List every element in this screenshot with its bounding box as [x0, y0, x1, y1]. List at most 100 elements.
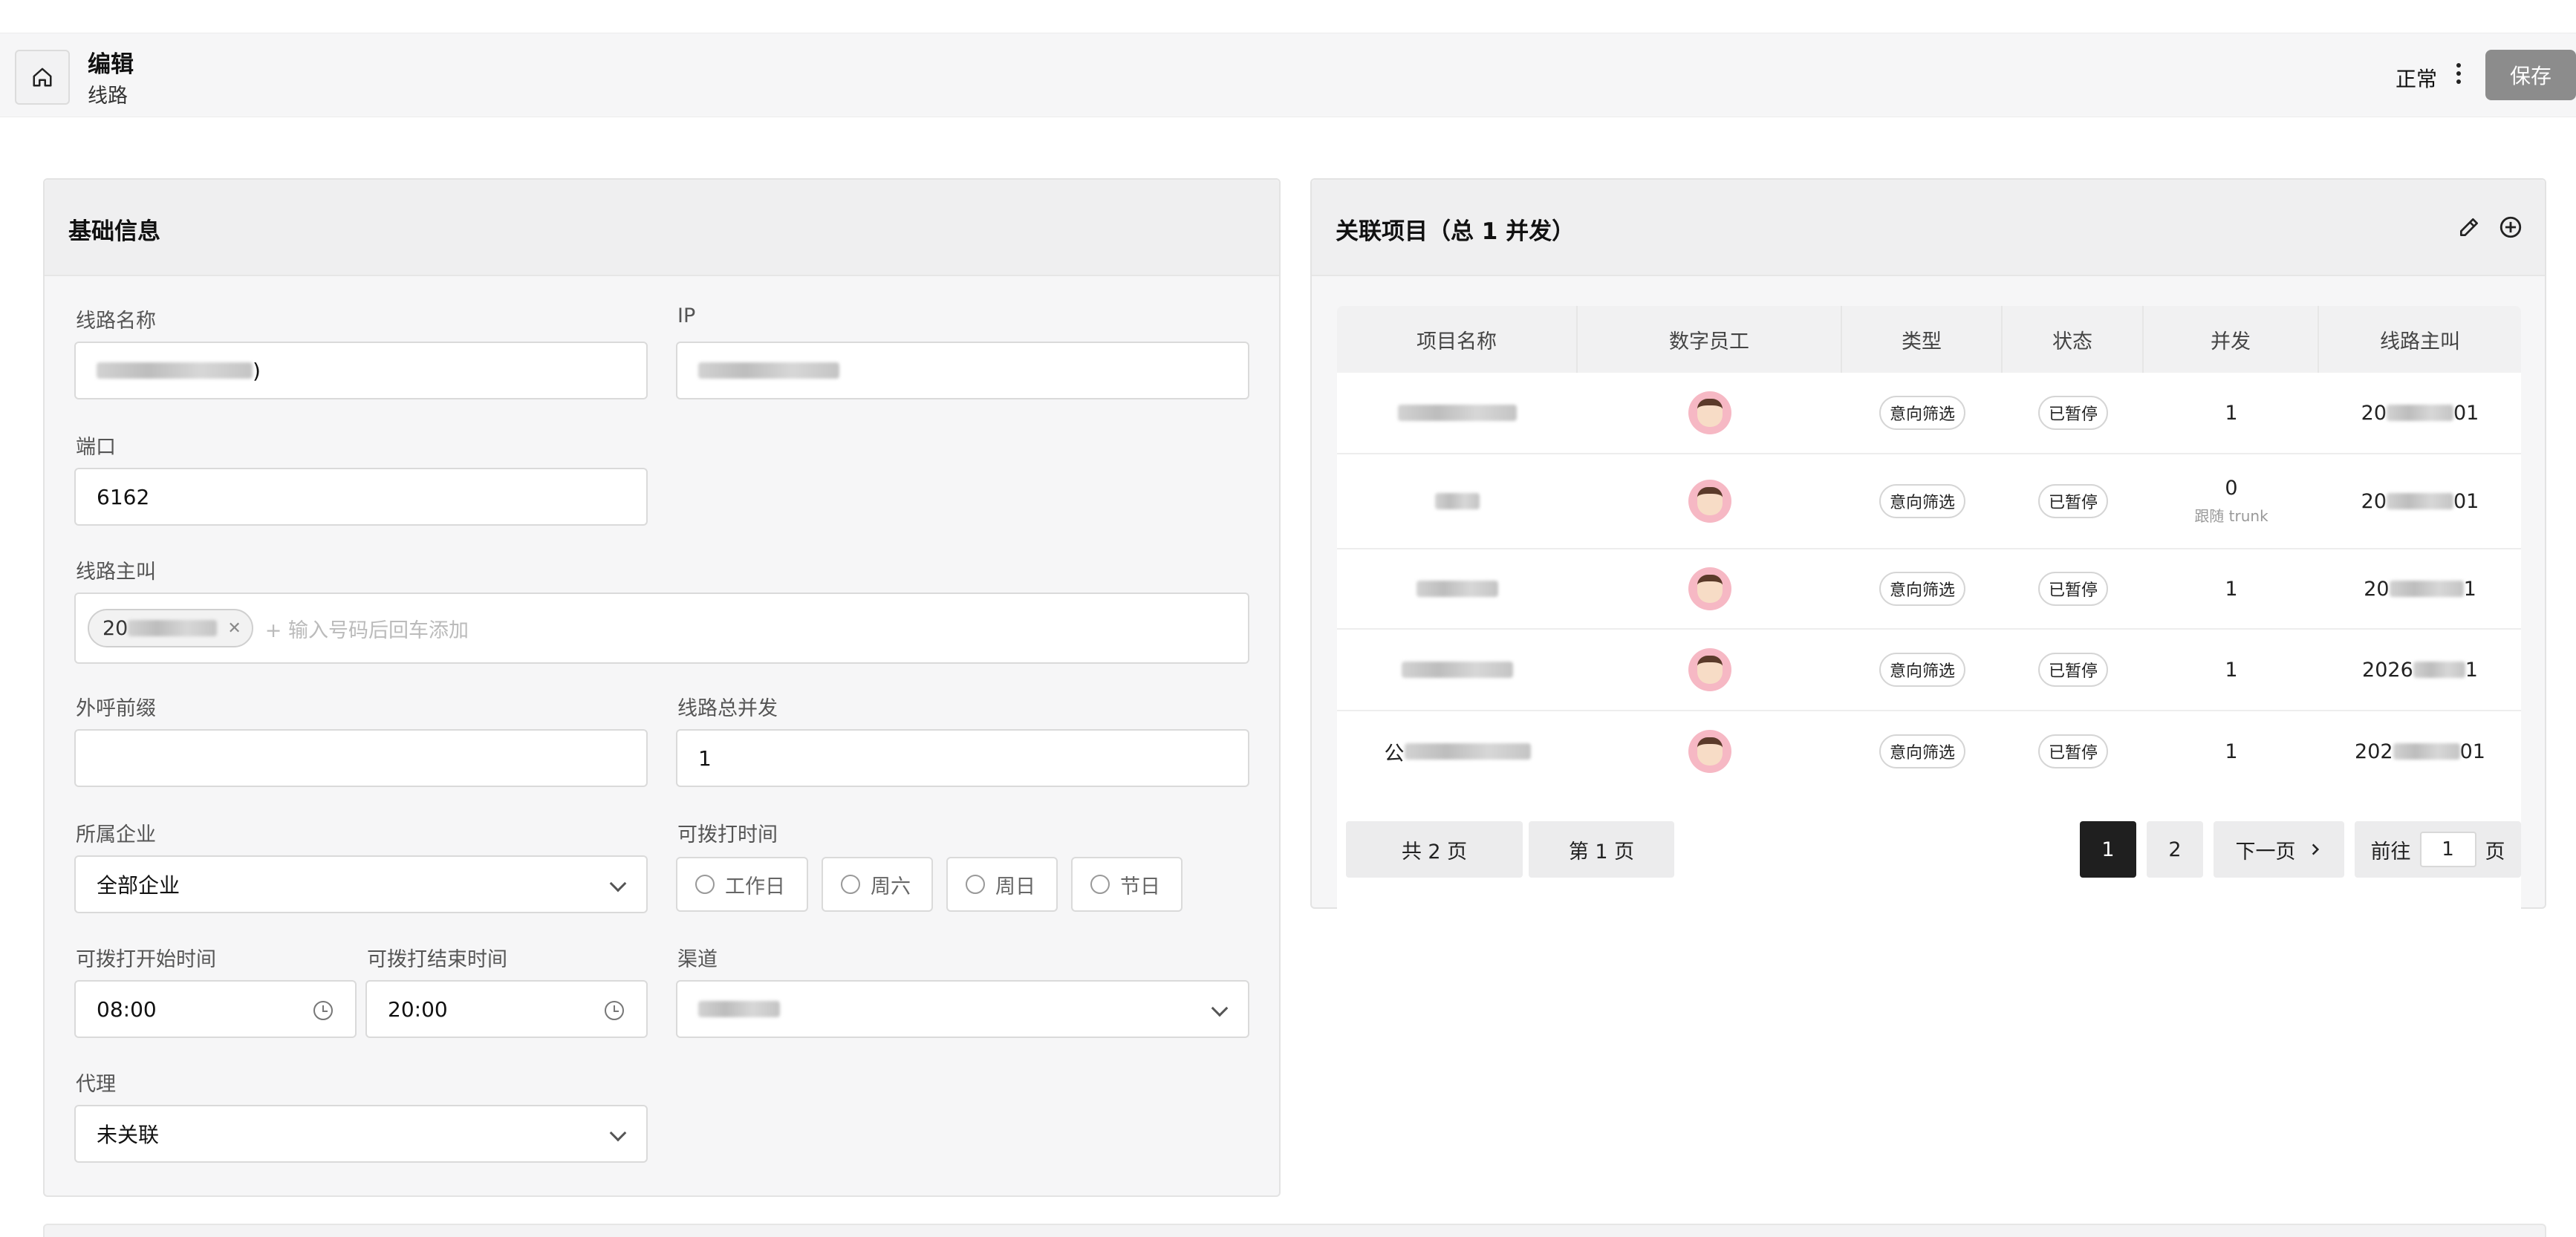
caller-prefix: 20 — [2361, 489, 2387, 513]
agent-select[interactable]: 未关联 — [74, 1105, 648, 1163]
table-row[interactable]: 意向筛选 已暂停 1 20 01 — [1337, 373, 2521, 454]
line-name-input[interactable]: ) — [74, 342, 648, 399]
projects-header: 关联项目（总 1 并发） — [1312, 180, 2545, 276]
project-name-prefix: 公 — [1384, 742, 1405, 766]
page: 编辑 线路 正常 保存 基础信息 线路名称 ) IP 端口 6162 线路主叫 … — [0, 0, 2576, 1237]
concurrency-value: 1 — [2225, 401, 2238, 425]
status-text: 正常 — [2396, 67, 2438, 91]
avatar — [1688, 567, 1731, 610]
caller-tag: 20 ✕ — [88, 609, 253, 647]
prefix-input[interactable] — [74, 729, 648, 787]
type-badge: 意向筛选 — [1879, 572, 1965, 606]
dial-option-label: 节日 — [1120, 875, 1160, 898]
add-circle-icon[interactable] — [2497, 214, 2524, 241]
start-time-label: 可拨打开始时间 — [76, 948, 216, 971]
table-row[interactable]: 意向筛选 已暂停 1 2026 1 — [1337, 630, 2521, 711]
projects-title: 关联项目（总 1 并发） — [1336, 218, 1575, 245]
redacted-text — [128, 620, 218, 636]
total-pages: 共 2 页 — [1346, 821, 1523, 878]
dial-option-label: 周六 — [871, 875, 911, 898]
type-badge: 意向筛选 — [1879, 396, 1965, 430]
caller-suffix: 1 — [2465, 658, 2478, 682]
column-header: 类型 — [1842, 306, 2003, 373]
port-label: 端口 — [76, 436, 116, 459]
save-button[interactable]: 保存 — [2485, 50, 2576, 100]
start-time-input[interactable]: 08:00 — [74, 980, 357, 1038]
page-button-2[interactable]: 2 — [2147, 821, 2203, 878]
caller-suffix: 01 — [2459, 740, 2485, 763]
type-badge: 意向筛选 — [1879, 653, 1965, 687]
next-page-label: 下一页 — [2235, 840, 2296, 864]
table-header: 项目名称 数字员工 类型 状态 并发 线路主叫 — [1337, 306, 2521, 373]
page-title: 编辑 — [88, 51, 134, 78]
concurrency-value: 1 — [2225, 658, 2238, 682]
radio-icon — [695, 875, 715, 894]
dial-option-holiday[interactable]: 节日 — [1071, 857, 1183, 912]
redacted-text — [1417, 581, 1498, 597]
table-row[interactable]: 意向筛选 已暂停 0 跟随 trunk 20 01 — [1337, 454, 2521, 549]
home-icon — [33, 68, 52, 87]
avatar — [1688, 480, 1731, 523]
caller-label: 线路主叫 — [76, 561, 156, 584]
redacted-text — [1435, 493, 1480, 509]
end-time-label: 可拨打结束时间 — [367, 948, 507, 971]
redacted-text — [1402, 662, 1513, 678]
dial-option-sunday[interactable]: 周日 — [946, 857, 1058, 912]
table-row[interactable]: 公 意向筛选 已暂停 1 202 01 — [1337, 711, 2521, 792]
concurrency-input[interactable]: 1 — [676, 729, 1249, 787]
radio-icon — [841, 875, 860, 894]
dial-option-saturday[interactable]: 周六 — [822, 857, 933, 912]
goto-suffix: 页 — [2485, 840, 2505, 864]
column-header: 状态 — [2003, 306, 2144, 373]
caller-tag-input[interactable]: 20 ✕ + 输入号码后回车添加 — [74, 593, 1249, 664]
avatar — [1688, 391, 1731, 434]
agent-label: 代理 — [76, 1073, 116, 1096]
prefix-label: 外呼前缀 — [76, 697, 156, 720]
redacted-text — [698, 1001, 780, 1017]
edit-icon[interactable] — [2456, 214, 2482, 241]
concurrency-label: 线路总并发 — [677, 697, 778, 720]
port-input[interactable]: 6162 — [74, 468, 648, 526]
current-page: 第 1 页 — [1529, 821, 1674, 878]
dial-time-label: 可拨打时间 — [677, 823, 778, 846]
table-body: 意向筛选 已暂停 1 20 01 意向筛选 已暂停 0 跟随 trunk 20 01 — [1337, 373, 2521, 989]
status-badge: 已暂停 — [2037, 484, 2108, 518]
home-button[interactable] — [15, 50, 70, 105]
clock-icon — [313, 1001, 333, 1020]
goto-page-input[interactable]: 1 — [2419, 832, 2476, 867]
page-subtitle: 线路 — [88, 85, 128, 108]
end-time-input[interactable]: 20:00 — [365, 980, 648, 1038]
chevron-down-icon — [609, 875, 627, 892]
caller-prefix: 20 — [2361, 401, 2387, 425]
redacted-text — [2393, 743, 2460, 760]
dial-option-label: 周日 — [995, 875, 1035, 898]
redacted-text — [2413, 662, 2465, 678]
next-page-button[interactable]: 下一页 — [2214, 821, 2344, 878]
redacted-text — [1398, 405, 1517, 421]
type-badge: 意向筛选 — [1879, 734, 1965, 768]
enterprise-value: 全部企业 — [97, 873, 180, 898]
dial-option-workday[interactable]: 工作日 — [676, 857, 808, 912]
avatar — [1688, 648, 1731, 691]
channel-label: 渠道 — [677, 948, 718, 971]
more-menu-icon[interactable] — [2451, 59, 2466, 88]
close-icon[interactable]: ✕ — [227, 619, 241, 638]
page-button-1[interactable]: 1 — [2080, 821, 2136, 878]
caller-prefix: 20 — [2364, 577, 2390, 601]
redacted-text — [97, 362, 253, 379]
table-row[interactable]: 意向筛选 已暂停 1 20 1 — [1337, 549, 2521, 630]
chevron-down-icon — [1211, 999, 1229, 1017]
redacted-text — [698, 362, 839, 379]
caller-prefix: 202 — [2355, 740, 2393, 763]
enterprise-label: 所属企业 — [76, 823, 156, 846]
concurrency-value: 1 — [2225, 577, 2238, 601]
ip-label: IP — [677, 304, 696, 327]
enterprise-select[interactable]: 全部企业 — [74, 855, 648, 913]
column-header: 数字员工 — [1578, 306, 1842, 373]
redacted-text — [2389, 581, 2464, 597]
channel-select[interactable] — [676, 980, 1249, 1038]
end-time-value: 20:00 — [388, 996, 448, 1022]
status-badge: 已暂停 — [2037, 653, 2108, 687]
column-header: 项目名称 — [1337, 306, 1578, 373]
ip-input[interactable] — [676, 342, 1249, 399]
